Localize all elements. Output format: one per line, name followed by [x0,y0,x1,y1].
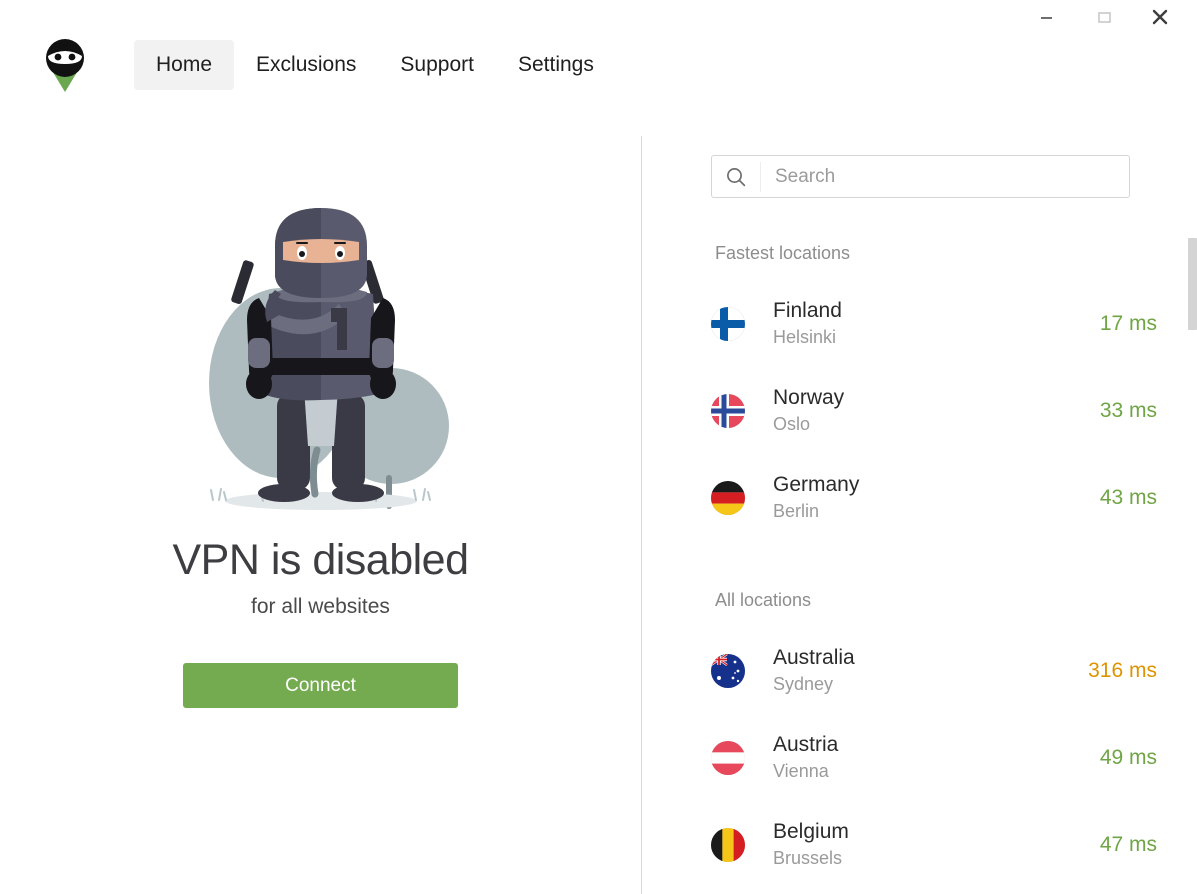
location-country: Belgium [773,819,849,845]
search-input[interactable] [761,166,1129,188]
flag-norway-icon [711,394,745,428]
list-item[interactable]: Austria Vienna 49 ms [642,714,1197,801]
location-text: Norway Oslo [773,385,844,436]
location-country: Germany [773,472,859,498]
location-city: Vienna [773,759,838,783]
all-locations-list: Australia Sydney 316 ms Austria Vienna [642,627,1197,888]
tab-settings[interactable]: Settings [496,40,616,90]
location-country: Australia [773,645,855,671]
list-item[interactable]: Finland Helsinki 17 ms [642,280,1197,367]
minimize-button[interactable] [1023,0,1069,34]
all-locations-header: All locations [642,590,811,611]
ninja-logo-icon [42,36,88,94]
location-text: Belgium Brussels [773,819,849,870]
search-box[interactable] [711,155,1130,198]
vpn-app-window: Home Exclusions Support Settings [0,0,1197,894]
tab-support[interactable]: Support [378,40,496,90]
location-country: Norway [773,385,844,411]
tab-exclusions[interactable]: Exclusions [234,40,378,90]
minimize-icon [1038,9,1054,25]
list-item[interactable]: Norway Oslo 33 ms [642,367,1197,454]
location-text: Australia Sydney [773,645,855,696]
location-ping: 17 ms [1100,312,1157,336]
locations-panel: Fastest locations Finland Helsinki 17 ms [642,120,1197,894]
list-item[interactable]: Belgium Brussels 47 ms [642,801,1197,888]
magnifier-icon [725,166,747,188]
location-ping: 49 ms [1100,746,1157,770]
navigation-bar: Home Exclusions Support Settings [0,34,700,96]
ninja-illustration [171,198,471,518]
fastest-locations-list: Finland Helsinki 17 ms Norway [642,280,1197,541]
location-ping: 316 ms [1088,659,1157,683]
flag-germany-icon [711,481,745,515]
flag-finland-icon [711,307,745,341]
status-title: VPN is disabled [172,536,468,585]
location-text: Finland Helsinki [773,298,842,349]
location-ping: 33 ms [1100,399,1157,423]
tab-home[interactable]: Home [134,40,234,90]
list-item[interactable]: Germany Berlin 43 ms [642,454,1197,541]
flag-belgium-icon [711,828,745,862]
maximize-button[interactable] [1081,0,1127,34]
close-button[interactable] [1137,0,1183,34]
scrollbar-thumb[interactable] [1188,238,1197,330]
location-ping: 43 ms [1100,486,1157,510]
location-city: Helsinki [773,325,842,349]
fastest-locations-header: Fastest locations [642,243,850,264]
search-icon [712,166,760,188]
location-city: Sydney [773,672,855,696]
location-text: Germany Berlin [773,472,859,523]
ninja-illustration-icon [171,198,471,518]
flag-austria-icon [711,741,745,775]
location-country: Finland [773,298,842,324]
close-icon [1150,7,1170,27]
connect-button[interactable]: Connect [183,663,458,708]
location-city: Berlin [773,499,859,523]
location-text: Austria Vienna [773,732,838,783]
location-country: Austria [773,732,838,758]
status-subtitle: for all websites [251,595,390,619]
maximize-icon [1096,9,1112,25]
status-panel: VPN is disabled for all websites Connect [0,120,641,894]
location-city: Oslo [773,412,844,436]
location-city: Brussels [773,846,849,870]
flag-australia-icon [711,654,745,688]
ninja-logo[interactable] [42,36,88,94]
locations-scrollbar[interactable] [1185,130,1197,894]
list-item[interactable]: Australia Sydney 316 ms [642,627,1197,714]
location-ping: 47 ms [1100,833,1157,857]
nav-tabs: Home Exclusions Support Settings [134,40,616,90]
